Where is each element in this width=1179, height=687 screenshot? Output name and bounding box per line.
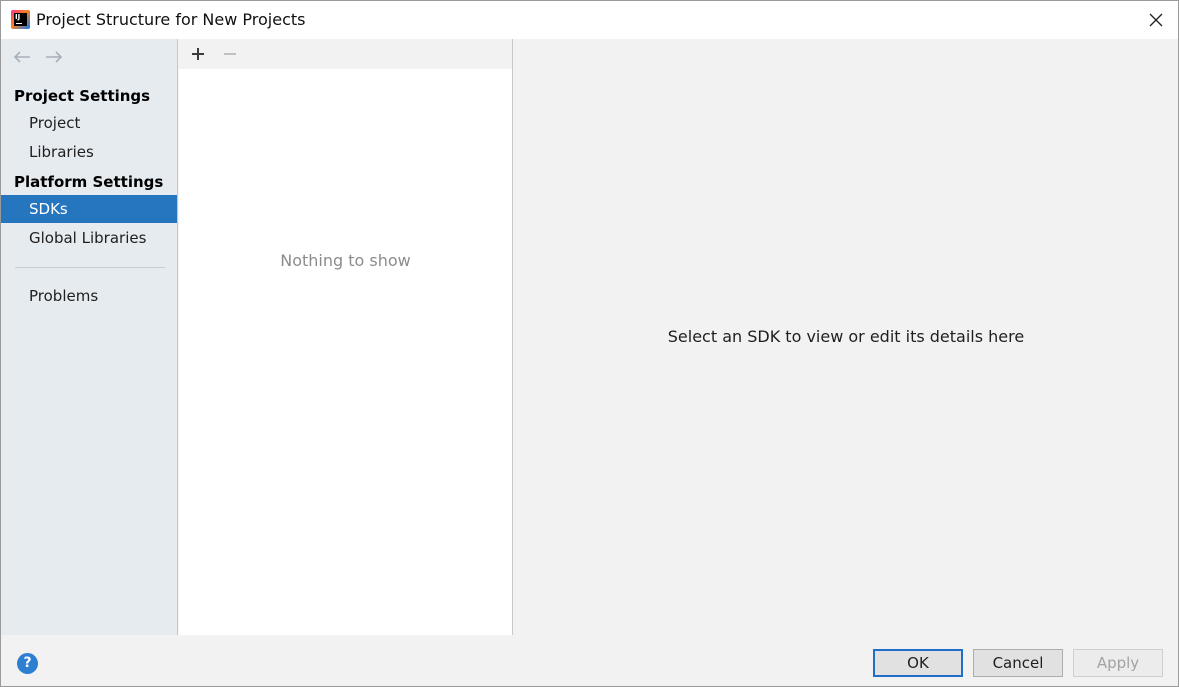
plus-icon <box>192 48 204 60</box>
sidebar-item-project[interactable]: Project <box>1 109 177 137</box>
remove-sdk-button[interactable] <box>219 43 241 65</box>
ok-button[interactable]: OK <box>873 649 963 677</box>
arrow-right-icon <box>46 51 63 63</box>
apply-button[interactable]: Apply <box>1073 649 1163 677</box>
close-button[interactable] <box>1134 1 1178 39</box>
title-bar: IJ Project Structure for New Projects <box>1 1 1178 39</box>
cancel-button[interactable]: Cancel <box>973 649 1063 677</box>
sdk-details-panel: Select an SDK to view or edit its detail… <box>514 39 1178 635</box>
sidebar-item-libraries[interactable]: Libraries <box>1 138 177 166</box>
minus-icon <box>224 53 236 55</box>
sdk-list-panel: Nothing to show <box>179 39 513 635</box>
empty-list-message: Nothing to show <box>280 251 411 270</box>
list-toolbar <box>179 39 512 69</box>
navigation-arrows <box>11 47 65 67</box>
close-icon <box>1149 13 1163 27</box>
arrow-left-icon <box>13 51 30 63</box>
project-structure-dialog: IJ Project Structure for New Projects Pr… <box>0 0 1179 687</box>
app-icon-text: IJ <box>14 13 27 26</box>
settings-sidebar: Project Settings Project Libraries Platf… <box>1 39 178 635</box>
back-button[interactable] <box>11 47 33 67</box>
sidebar-item-problems[interactable]: Problems <box>1 282 177 310</box>
help-icon[interactable]: ? <box>17 653 38 674</box>
sidebar-item-sdks[interactable]: SDKs <box>1 195 177 223</box>
add-sdk-button[interactable] <box>187 43 209 65</box>
project-settings-heading: Project Settings <box>14 87 151 105</box>
dialog-footer: ? OK Cancel Apply <box>1 635 1178 686</box>
sidebar-divider <box>15 267 165 268</box>
intellij-app-icon: IJ <box>11 10 30 29</box>
sidebar-item-global-libraries[interactable]: Global Libraries <box>1 224 177 252</box>
forward-button[interactable] <box>43 47 65 67</box>
details-placeholder: Select an SDK to view or edit its detail… <box>667 327 1025 346</box>
window-title: Project Structure for New Projects <box>36 10 306 29</box>
platform-settings-heading: Platform Settings <box>14 173 164 191</box>
